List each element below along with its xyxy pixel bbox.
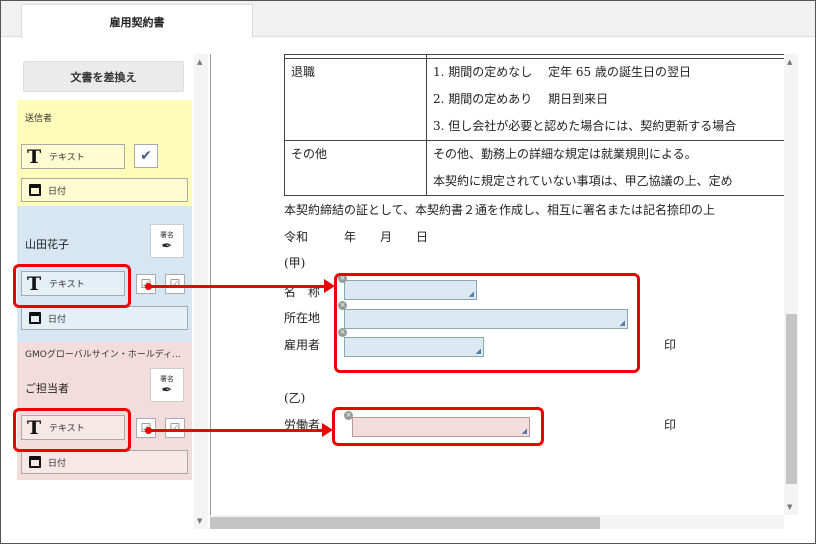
highlight-signer2-text xyxy=(13,408,131,452)
scroll-up-icon[interactable]: ▲ xyxy=(197,58,202,66)
sender-required-checkbox[interactable]: ✔ xyxy=(134,144,158,168)
tab-document[interactable]: 雇用契約書 xyxy=(21,4,253,38)
signer1-required-checkbox[interactable]: ☑ xyxy=(165,274,185,294)
signer2-signature-button[interactable]: 署名 ✒ xyxy=(150,368,184,402)
signer1-signature-button[interactable]: 署名 ✒ xyxy=(150,224,184,258)
signature-label: 署名 xyxy=(160,374,174,383)
text-icon: T xyxy=(27,145,42,168)
row-line: 2. 期間の定めあり 期日到来日 xyxy=(433,92,609,106)
tab-bar: 雇用契約書 xyxy=(1,1,815,38)
party-a-label: (甲) xyxy=(284,256,306,270)
signer1-date-label: 日付 xyxy=(48,314,67,325)
table-row: その他 その他、勤務上の詳細な規定は就業規則による。 本契約に規定されていない事… xyxy=(284,140,784,196)
sender-text-field[interactable]: T テキスト xyxy=(21,144,125,169)
signer1-date-field[interactable]: 日付 xyxy=(21,306,188,330)
sender-text-label: テキスト xyxy=(49,153,85,163)
row-line: 1. 期間の定めなし 定年 65 歳の誕生日の翌日 xyxy=(433,65,691,79)
highlight-signer2-field xyxy=(332,407,544,446)
address-label: 所在地 xyxy=(284,311,321,325)
table-cell-value: その他、勤務上の詳細な規定は就業規則による。 本契約に規定されていない事項は、甲… xyxy=(426,140,784,196)
checkbox-icon: ☑ xyxy=(169,421,181,435)
row-line: 3. 但し会社が必要と認めた場合には、契約更新する場合 xyxy=(433,119,737,133)
check-icon: ✔ xyxy=(140,148,152,164)
scroll-down-icon[interactable]: ▼ xyxy=(787,503,792,511)
sender-title: 送信者 xyxy=(25,114,53,124)
contract-table: 退職 1. 期間の定めなし 定年 65 歳の誕生日の翌日 2. 期間の定めあり … xyxy=(284,54,784,196)
pen-icon: ✒ xyxy=(161,382,173,398)
highlight-signer1-text xyxy=(13,264,131,308)
highlight-signer1-fields xyxy=(334,273,640,373)
closing-paragraph: 本契約締結の証として、本契約書２通を作成し、相互に署名または記名捺印の上 xyxy=(284,203,716,217)
signer2-company: GMOグローバルサイン・ホールディ... xyxy=(25,350,181,360)
sender-date-label: 日付 xyxy=(48,186,67,197)
checkbox-icon: ☑ xyxy=(169,277,181,291)
party-b-label: (乙) xyxy=(284,391,306,405)
row-key: その他 xyxy=(291,147,328,161)
sidebar-scrollbar[interactable]: ▲ ▼ xyxy=(194,54,208,529)
row-line: その他、勤務上の詳細な規定は就業規則による。 xyxy=(433,147,697,161)
seal-mark-2: 印 xyxy=(664,418,677,432)
arrow-line xyxy=(149,429,324,432)
arrow-head-icon xyxy=(322,423,333,437)
scroll-thumb[interactable] xyxy=(786,314,797,484)
scroll-up-icon[interactable]: ▲ xyxy=(787,58,792,66)
table-cell-key: 退職 xyxy=(284,58,427,141)
signature-label: 署名 xyxy=(160,230,174,239)
signer2-date-field[interactable]: 日付 xyxy=(21,450,188,474)
calendar-icon xyxy=(29,456,41,468)
pen-icon: ✒ xyxy=(161,238,173,254)
signer2-name: ご担当者 xyxy=(25,382,69,395)
signer1-name: 山田花子 xyxy=(25,238,69,251)
sender-section: 送信者 T テキスト ✔ 日付 xyxy=(17,100,192,206)
signer2-required-checkbox[interactable]: ☑ xyxy=(165,418,185,438)
signer2-date-label: 日付 xyxy=(48,458,67,469)
scroll-down-icon[interactable]: ▼ xyxy=(197,517,202,525)
employer-label: 雇用者 xyxy=(284,338,321,352)
document-scrollbar[interactable]: ▲ ▼ xyxy=(784,54,798,515)
replace-document-button[interactable]: 文書を差換え xyxy=(23,61,184,92)
sender-date-field[interactable]: 日付 xyxy=(21,178,188,202)
table-cell-key: その他 xyxy=(284,140,427,196)
hscroll-thumb[interactable] xyxy=(210,517,600,529)
calendar-icon xyxy=(29,312,41,324)
arrow-line xyxy=(149,285,326,288)
row-key: 退職 xyxy=(291,65,316,79)
table-row: 退職 1. 期間の定めなし 定年 65 歳の誕生日の翌日 2. 期間の定めあり … xyxy=(284,58,784,141)
row-line: 本契約に規定されていない事項は、甲乙協議の上、定め xyxy=(433,174,733,188)
document-hscrollbar[interactable] xyxy=(210,515,784,529)
date-line: 令和 年 月 日 xyxy=(284,230,429,244)
calendar-icon xyxy=(29,184,41,196)
table-cell-value: 1. 期間の定めなし 定年 65 歳の誕生日の翌日 2. 期間の定めあり 期日到… xyxy=(426,58,784,141)
arrow-head-icon xyxy=(324,279,335,293)
seal-mark: 印 xyxy=(664,338,677,352)
